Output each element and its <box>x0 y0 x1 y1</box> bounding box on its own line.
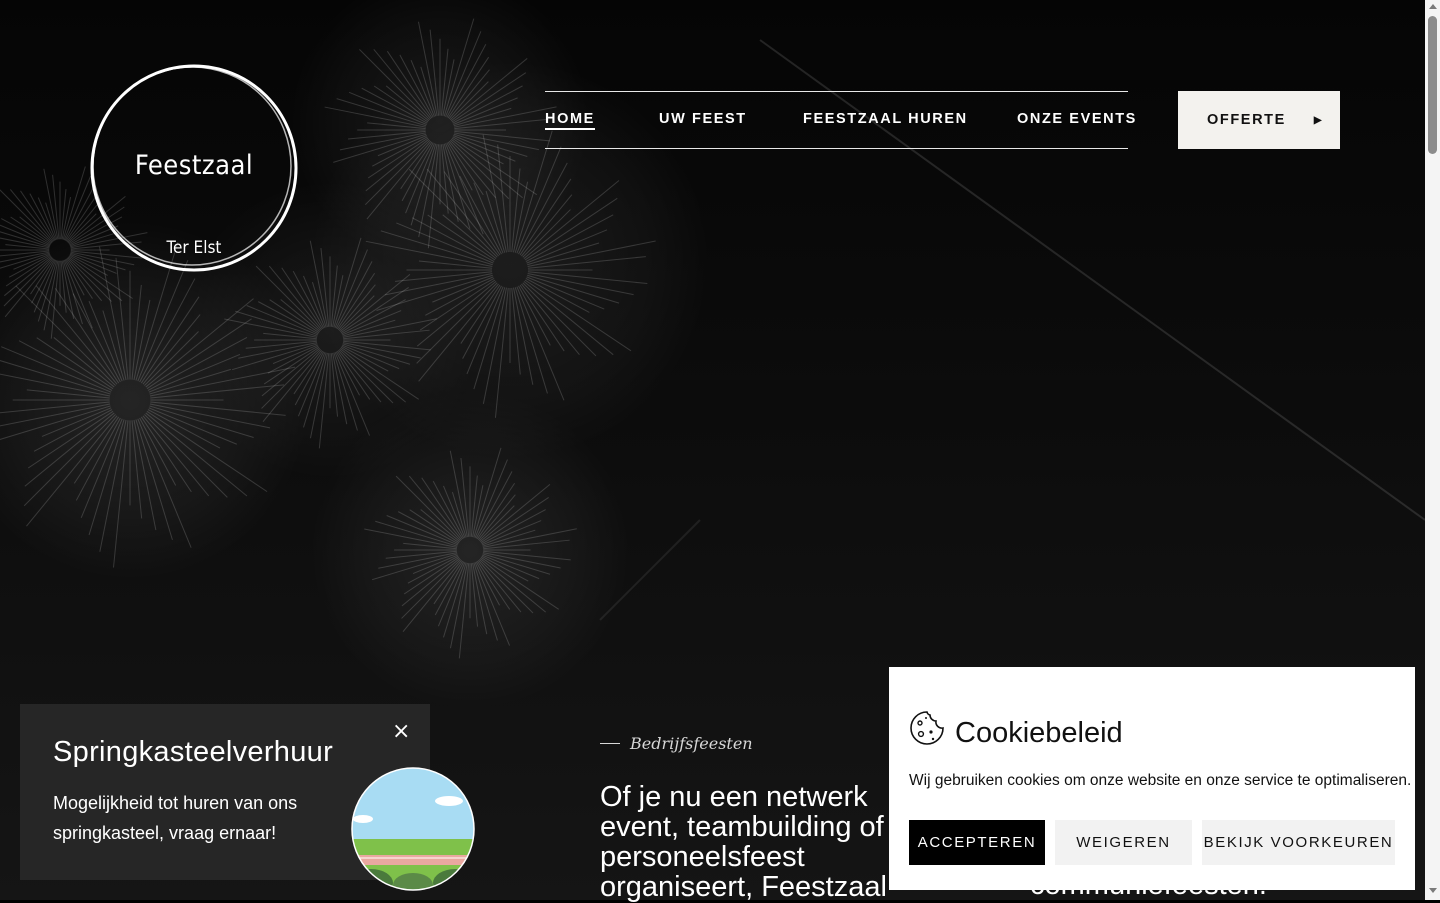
promo-landscape-image <box>351 767 475 891</box>
site-logo[interactable]: Feestzaal Ter Elst <box>88 62 300 274</box>
kicker-dash <box>600 743 620 744</box>
cookie-banner: Cookiebeleid Wij gebruiken cookies om on… <box>889 667 1415 890</box>
logo-subtitle: Ter Elst <box>166 238 222 258</box>
logo-title: Feestzaal <box>134 150 254 181</box>
cookie-icon <box>910 711 944 745</box>
offerte-button[interactable]: OFFERTE ▶ <box>1178 91 1340 149</box>
caret-right-icon: ▶ <box>1313 114 1324 126</box>
main-navigation: HOME UW FEEST FEESTZAAL HUREN ONZE EVENT… <box>545 91 1135 149</box>
scroll-down-icon[interactable] <box>1429 888 1437 893</box>
hero-kicker: Bedrijfsfeesten <box>600 734 753 753</box>
cookie-preferences-button[interactable]: BEKIJK VOORKEUREN <box>1202 820 1395 865</box>
promo-text: Mogelijkheid tot huren van ons springkas… <box>53 793 298 843</box>
page-scrollbar[interactable] <box>1425 0 1440 900</box>
hero-lead: Of je nu een netwerk event, teambuilding… <box>600 781 887 903</box>
nav-uw-feest[interactable]: UW FEEST <box>659 111 747 127</box>
kicker-text: Bedrijfsfeesten <box>630 734 753 753</box>
cookie-title: Cookiebeleid <box>955 717 1123 749</box>
scroll-thumb[interactable] <box>1428 16 1437 154</box>
offerte-label: OFFERTE <box>1207 112 1286 128</box>
accept-cookies-button[interactable]: ACCEPTEREN <box>909 820 1045 865</box>
nav-feestzaal-huren[interactable]: FEESTZAAL HUREN <box>803 111 968 127</box>
promo-title: Springkasteelverhuur <box>53 736 334 768</box>
nav-home[interactable]: HOME <box>545 111 595 130</box>
scroll-up-icon[interactable] <box>1429 4 1437 9</box>
refuse-cookies-button[interactable]: WEIGEREN <box>1055 820 1192 865</box>
close-icon[interactable]: × <box>392 719 410 744</box>
nav-onze-events[interactable]: ONZE EVENTS <box>1017 111 1137 127</box>
cookie-text: Wij gebruiken cookies om onze website en… <box>909 772 1412 789</box>
